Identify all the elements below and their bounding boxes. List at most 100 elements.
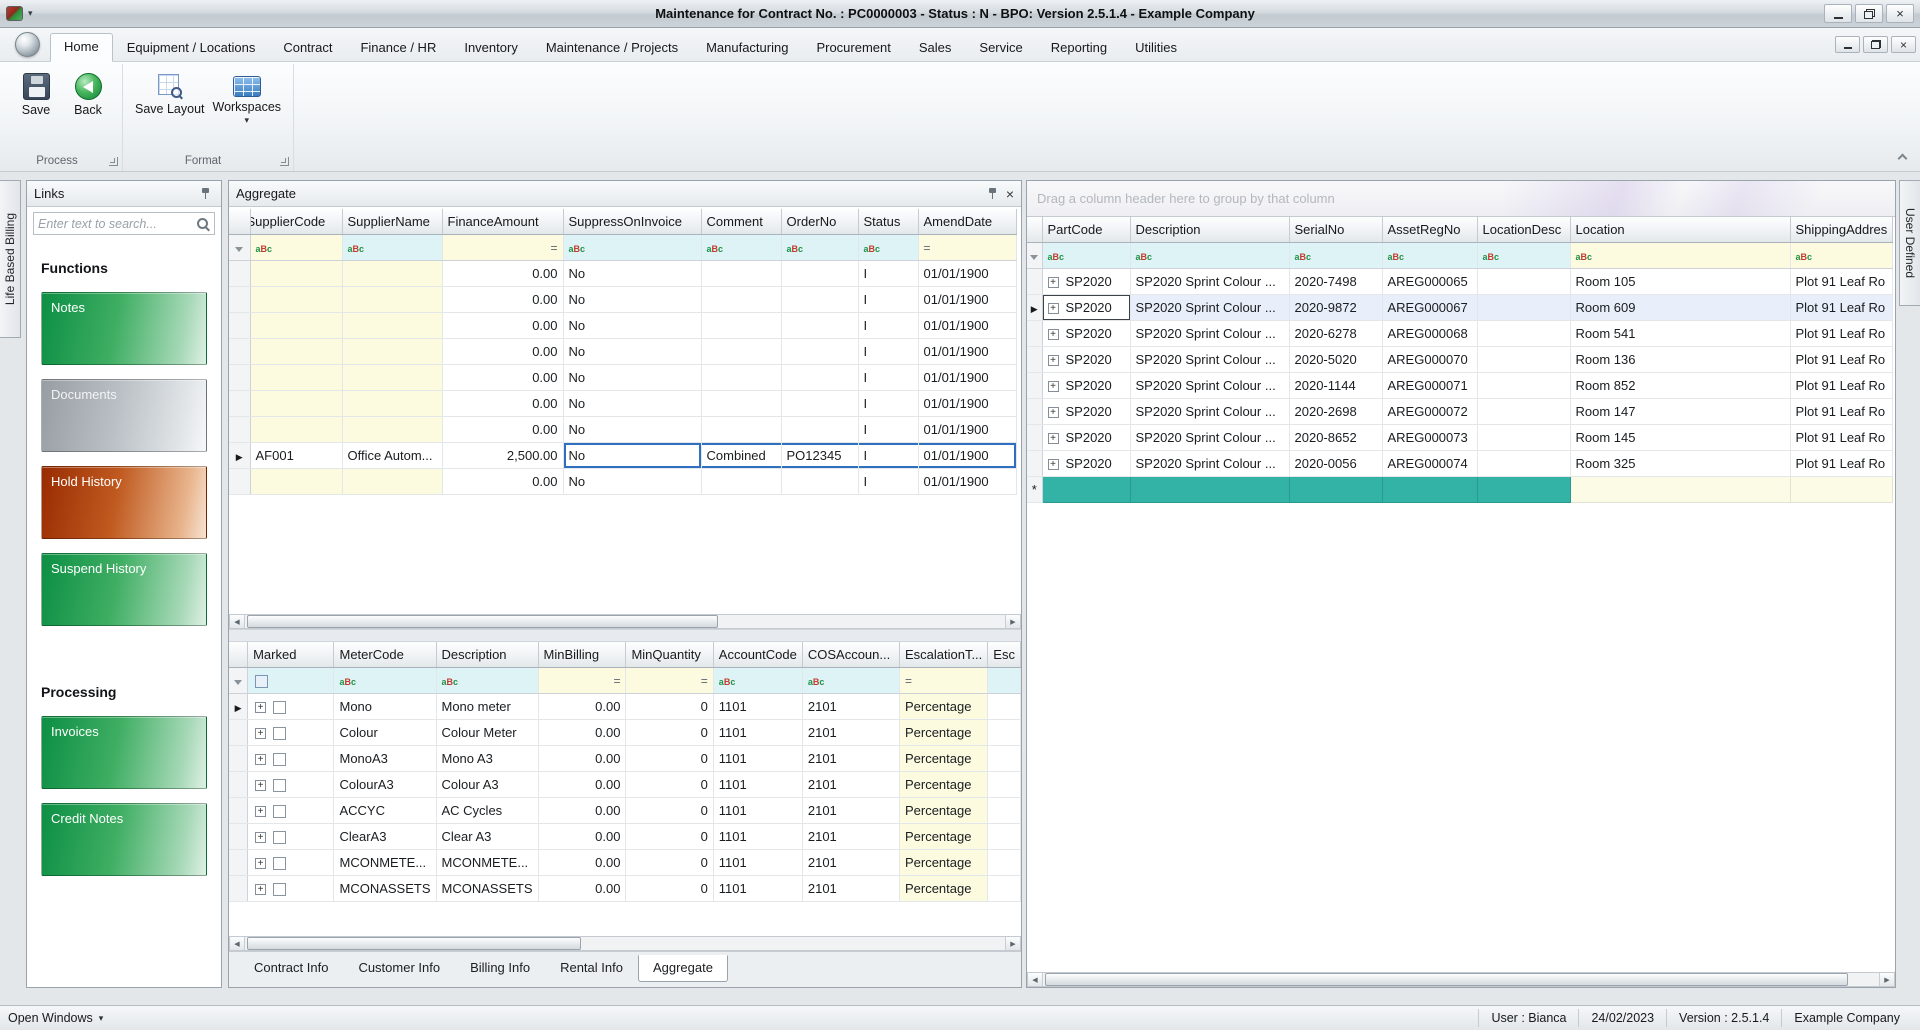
cell-financeAmount[interactable]: 2,500.00 <box>442 442 564 469</box>
cell-description[interactable]: Mono A3 <box>436 745 539 772</box>
ribbon-tab[interactable]: Service <box>965 34 1036 62</box>
ribbon-tab[interactable]: Contract <box>269 34 346 62</box>
cell-suppressOnInvoice[interactable]: No <box>563 416 702 443</box>
group-by-bar[interactable]: Drag a column header here to group by th… <box>1027 181 1895 217</box>
filter-cell-accountCode[interactable]: aBc <box>713 667 803 694</box>
scrollbar-track[interactable] <box>245 615 1005 628</box>
cell-amendDate[interactable]: 01/01/1900 <box>918 364 1017 391</box>
expand-icon[interactable] <box>255 831 267 843</box>
expand-icon[interactable] <box>1047 380 1059 392</box>
grid-row[interactable]: * <box>1027 476 1894 503</box>
link-button[interactable]: Documents <box>41 379 207 452</box>
cell-location[interactable] <box>1569 476 1791 503</box>
cell-status[interactable]: I <box>858 390 919 417</box>
grid-row[interactable]: ColourA3Colour A30.00011012101Percentage <box>229 771 1021 798</box>
cell-suppressOnInvoice[interactable]: No <box>563 468 702 495</box>
cell-orderNo[interactable] <box>781 260 859 287</box>
save-button[interactable]: Save <box>10 68 62 120</box>
filter-cell-esc[interactable] <box>987 667 1021 694</box>
cell-partCode[interactable]: SP2020 <box>1042 450 1131 477</box>
cell-amendDate[interactable]: 01/01/1900 <box>918 468 1017 495</box>
cell-orderNo[interactable] <box>781 338 859 365</box>
grid-row[interactable]: SP2020SP2020 Sprint Colour ...2020-1144A… <box>1027 372 1894 399</box>
cell-amendDate[interactable]: 01/01/1900 <box>918 260 1017 287</box>
quick-access-chevron-down-icon[interactable]: ▾ <box>28 8 33 19</box>
cell-escalation[interactable]: Percentage <box>899 771 989 798</box>
cell-marked[interactable] <box>247 771 335 798</box>
cell-supplierName[interactable] <box>342 286 443 313</box>
cell-description[interactable]: SP2020 Sprint Colour ... <box>1130 424 1290 451</box>
search-input[interactable] <box>38 216 196 231</box>
filter-cell-orderNo[interactable]: aBc <box>781 234 859 261</box>
expand-icon[interactable] <box>1047 406 1059 418</box>
expand-icon[interactable] <box>255 753 267 765</box>
grid-row[interactable]: ▶SP2020SP2020 Sprint Colour ...2020-9872… <box>1027 294 1894 321</box>
cell-status[interactable]: I <box>858 468 919 495</box>
cell-description[interactable]: SP2020 Sprint Colour ... <box>1130 320 1290 347</box>
filter-cell-description[interactable]: aBc <box>1130 242 1290 269</box>
cell-financeAmount[interactable]: 0.00 <box>442 364 564 391</box>
cell-suppressOnInvoice[interactable]: No <box>563 364 702 391</box>
column-header-suppressOnInvoice[interactable]: SuppressOnInvoice <box>563 209 702 235</box>
cell-accountCode[interactable]: 1101 <box>713 719 803 746</box>
cell-supplierName[interactable]: Office Autom... <box>342 442 443 469</box>
cell-supplierCode[interactable] <box>250 468 343 495</box>
cell-financeAmount[interactable]: 0.00 <box>442 390 564 417</box>
cell-supplierName[interactable] <box>342 312 443 339</box>
column-header-location[interactable]: Location <box>1569 217 1791 243</box>
cell-supplierCode[interactable]: AF001 <box>250 442 343 469</box>
scroll-right-arrow[interactable]: ▶ <box>1005 937 1020 950</box>
cell-description[interactable]: Mono meter <box>436 693 539 720</box>
cell-amendDate[interactable]: 01/01/1900 <box>918 390 1017 417</box>
expand-icon[interactable] <box>255 701 267 713</box>
checkbox[interactable] <box>273 778 287 792</box>
cell-partCode[interactable] <box>1042 476 1131 503</box>
cell-supplierCode[interactable] <box>250 338 343 365</box>
dock-tab-user-defined[interactable]: User Defined <box>1899 180 1920 306</box>
column-header-accountCode[interactable]: AccountCode <box>713 642 803 668</box>
cell-assetRegNo[interactable]: AREG000073 <box>1382 424 1478 451</box>
cell-minQuantity[interactable]: 0 <box>625 693 714 720</box>
grid-row[interactable]: ColourColour Meter0.00011012101Percentag… <box>229 719 1021 746</box>
cell-meterCode[interactable]: MCONASSETS <box>333 875 437 902</box>
filter-cell-assetRegNo[interactable]: aBc <box>1382 242 1478 269</box>
workspaces-button[interactable]: Workspaces ▾ <box>209 68 286 126</box>
cell-supplierCode[interactable] <box>250 390 343 417</box>
cell-minBilling[interactable]: 0.00 <box>538 849 627 876</box>
cell-accountCode[interactable]: 1101 <box>713 875 803 902</box>
grid-row[interactable]: ▶ MonoMono meter0.00011012101Percentage <box>229 693 1021 720</box>
cell-cosAccount[interactable]: 2101 <box>802 719 900 746</box>
cell-description[interactable]: MCONASSETS <box>436 875 539 902</box>
cell-orderNo[interactable] <box>781 390 859 417</box>
grid-row[interactable]: SP2020SP2020 Sprint Colour ...2020-2698A… <box>1027 398 1894 425</box>
cell-supplierName[interactable] <box>342 338 443 365</box>
save-layout-button[interactable]: Save Layout <box>131 68 209 119</box>
cell-serialNo[interactable]: 2020-7498 <box>1289 268 1383 295</box>
cell-minQuantity[interactable]: 0 <box>625 823 714 850</box>
expand-icon[interactable] <box>1047 354 1059 366</box>
checkbox[interactable] <box>273 752 287 766</box>
cell-status[interactable]: I <box>858 338 919 365</box>
cell-amendDate[interactable]: 01/01/1900 <box>918 338 1017 365</box>
column-header-minQuantity[interactable]: MinQuantity <box>625 642 714 668</box>
cell-shipping[interactable]: Plot 91 Leaf Ro <box>1790 268 1894 295</box>
cell-suppressOnInvoice[interactable]: No <box>563 260 702 287</box>
cell-minBilling[interactable]: 0.00 <box>538 745 627 772</box>
dock-tab-life-based-billing[interactable]: Life Based Billing <box>0 180 21 338</box>
column-header-locationDesc[interactable]: LocationDesc <box>1477 217 1571 243</box>
cell-financeAmount[interactable]: 0.00 <box>442 260 564 287</box>
dialog-launcher-icon[interactable] <box>280 157 290 166</box>
cell-serialNo[interactable]: 2020-8652 <box>1289 424 1383 451</box>
link-button[interactable]: Notes <box>41 292 207 365</box>
cell-minBilling[interactable]: 0.00 <box>538 875 627 902</box>
column-header-serialNo[interactable]: SerialNo <box>1289 217 1383 243</box>
cell-assetRegNo[interactable]: AREG000074 <box>1382 450 1478 477</box>
cell-cosAccount[interactable]: 2101 <box>802 823 900 850</box>
cell-locationDesc[interactable] <box>1477 294 1571 321</box>
cell-minQuantity[interactable]: 0 <box>625 797 714 824</box>
cell-description[interactable]: SP2020 Sprint Colour ... <box>1130 398 1290 425</box>
cell-shipping[interactable]: Plot 91 Leaf Ro <box>1790 450 1894 477</box>
cell-esc[interactable] <box>987 875 1021 902</box>
scrollbar-track[interactable] <box>245 937 1005 950</box>
grid-row[interactable]: 0.00 No I 01/01/1900 <box>229 364 1017 391</box>
